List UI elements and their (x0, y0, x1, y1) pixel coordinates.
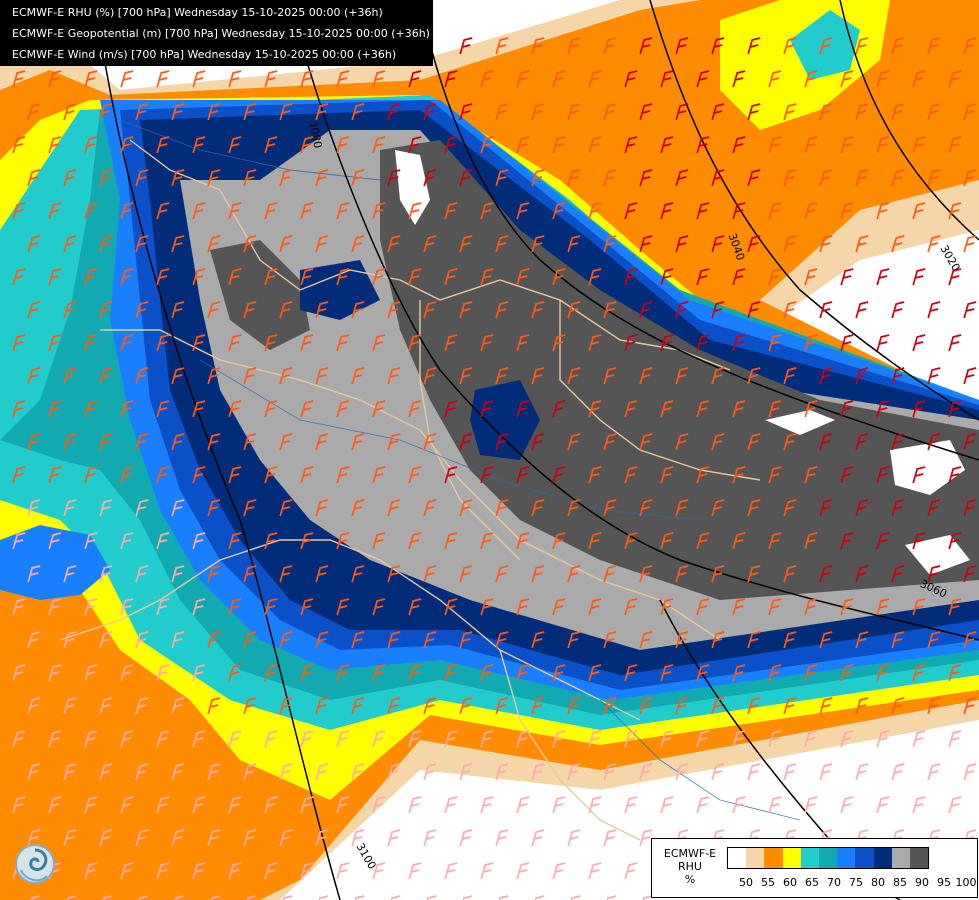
legend-swatch (891, 848, 910, 868)
legend-tick-label: 70 (827, 876, 841, 889)
legend-swatch (818, 848, 838, 868)
legend-tick-label: 60 (783, 876, 797, 889)
legend-tick-label: 80 (871, 876, 885, 889)
legend-tick-label: 100 (955, 876, 977, 889)
map-header: ECMWF-E RHU (%) [700 hPa] Wednesday 15-1… (0, 0, 433, 66)
legend-swatch (855, 848, 874, 868)
header-line-rhu: ECMWF-E RHU (%) [700 hPa] Wednesday 15-1… (12, 6, 383, 19)
legend-title: ECMWF-E RHU % (660, 847, 720, 886)
legend-tick-label: 95 (937, 876, 951, 889)
rhu-legend: ECMWF-E RHU % 50 55 60 65 70 75 80 85 90 95 100 (651, 838, 978, 898)
legend-swatches (727, 847, 930, 869)
legend-tick-label: 55 (761, 876, 775, 889)
legend-tick-label: 75 (849, 876, 863, 889)
legend-tick-label: 90 (915, 876, 929, 889)
legend-swatch (764, 848, 783, 868)
legend-swatch (873, 848, 892, 868)
header-line-wind: ECMWF-E Wind (m/s) [700 hPa] Wednesday 1… (12, 48, 397, 61)
weather-map: 3080 3040 3020 3060 3100 (0, 0, 979, 900)
legend-tick-label: 85 (893, 876, 907, 889)
rhu-field-svg: 30803040 302030603100 (0, 0, 979, 900)
legend-swatch (782, 848, 801, 868)
legend-tick-label: 65 (805, 876, 819, 889)
legend-variable: RHU (678, 860, 702, 873)
legend-unit: % (684, 873, 696, 886)
legend-tick-label: 50 (739, 876, 753, 889)
ecmwf-swirl-logo-icon (13, 840, 57, 890)
legend-swatch (837, 848, 856, 868)
header-line-geopotential: ECMWF-E Geopotential (m) [700 hPa] Wedne… (12, 27, 430, 40)
legend-swatch (746, 848, 765, 868)
legend-swatch (909, 848, 929, 868)
legend-ticks: 50 55 60 65 70 75 80 85 90 95 100 (728, 876, 977, 890)
legend-swatch (800, 848, 819, 868)
legend-swatch (728, 848, 747, 868)
legend-model: ECMWF-E (663, 847, 717, 860)
